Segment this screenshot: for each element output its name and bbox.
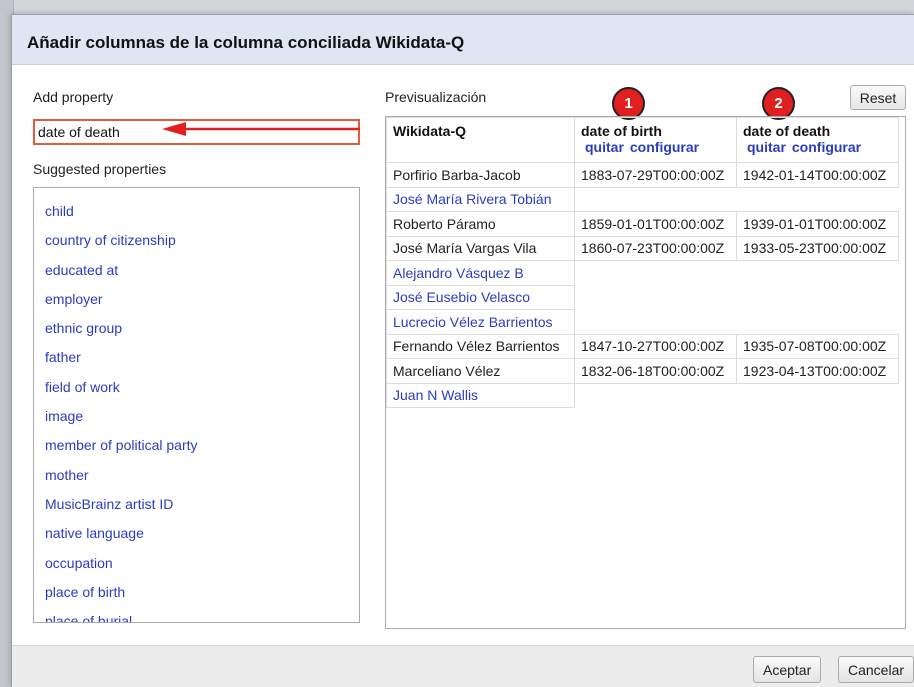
cell-name: José María Vargas Vila [386,235,575,261]
preview-label: Previsualización [385,89,487,105]
cell-name-link[interactable]: José María Rivera Tobián [386,186,575,212]
suggestion-item[interactable]: member of political party [34,435,359,464]
suggestion-item[interactable]: image [34,406,359,435]
suggestion-item[interactable]: place of burial [34,611,359,622]
cell-death: 1923-04-13T00:00:00Z [736,358,899,384]
suggestion-item[interactable]: educated at [34,260,359,289]
table-row: Fernando Vélez Barrientos 1847-10-27T00:… [386,333,899,359]
suggestion-item[interactable]: father [34,347,359,376]
remove-column-link[interactable]: quitar [585,139,624,155]
cell-death: 1935-07-08T00:00:00Z [736,333,899,359]
cell-birth: 1859-01-01T00:00:00Z [574,211,737,237]
cell-name: Roberto Páramo [386,211,575,237]
add-columns-dialog: Añadir columnas de la columna conciliada… [11,14,914,687]
configure-column-link[interactable]: configurar [630,139,699,155]
table-row: Porfirio Barba-Jacob 1883-07-29T00:00:00… [386,162,899,188]
cell-name: Fernando Vélez Barrientos [386,333,575,359]
suggested-properties-label: Suggested properties [33,161,167,177]
preview-table: Wikidata-Q date of birth quitar configura… [386,117,899,408]
suggested-properties-list: child country of citizenship educated at… [33,187,360,623]
table-row: José María Rivera Tobián [386,186,899,212]
cell-birth [575,261,737,286]
dialog-footer: Aceptar Cancelar [12,645,914,687]
suggestion-item[interactable]: ethnic group [34,318,359,347]
column-actions: quitar configurar [581,139,730,155]
table-row: José María Vargas Vila 1860-07-23T00:00:… [386,235,899,261]
cell-death [737,285,899,310]
cell-death [737,261,899,286]
table-row: Alejandro Vásquez B [386,260,899,286]
cell-death [737,310,899,335]
column-header-date-of-birth: date of birth quitar configurar [574,117,737,163]
suggestion-item[interactable]: occupation [34,553,359,582]
cell-death: 1939-01-01T00:00:00Z [736,211,899,237]
suggestion-item[interactable]: country of citizenship [34,230,359,259]
suggestion-item[interactable]: mother [34,465,359,494]
cell-birth [575,285,737,310]
cell-birth [575,310,737,335]
cell-birth: 1860-07-23T00:00:00Z [574,235,737,261]
suggestion-item[interactable]: employer [34,289,359,318]
table-row: José Eusebio Velasco [386,284,899,310]
cell-death: 1942-01-14T00:00:00Z [736,162,899,188]
suggestion-item[interactable]: native language [34,523,359,552]
suggestion-item[interactable]: field of work [34,377,359,406]
suggestion-item[interactable]: place of birth [34,582,359,611]
cell-name-link[interactable]: Lucrecio Vélez Barrientos [386,309,575,335]
configure-column-link[interactable]: configurar [792,139,861,155]
table-header-row: Wikidata-Q date of birth quitar configura… [386,117,899,163]
suggestion-item[interactable]: child [34,201,359,230]
table-row: Juan N Wallis [386,382,899,408]
preview-table-container: Wikidata-Q date of birth quitar configura… [385,116,906,629]
column-header-label: date of birth [581,123,662,139]
cell-birth: 1847-10-27T00:00:00Z [574,333,737,359]
cell-death [737,383,899,408]
cell-name: Marceliano Vélez [386,358,575,384]
suggestion-item[interactable]: MusicBrainz artist ID [34,494,359,523]
cell-name: Porfirio Barba-Jacob [386,162,575,188]
column-header-label: Wikidata-Q [393,123,466,139]
cell-name-link[interactable]: José Eusebio Velasco [386,284,575,310]
remove-column-link[interactable]: quitar [747,139,786,155]
column-header-date-of-death: date of death quitar configurar [736,117,899,163]
table-row: Marceliano Vélez 1832-06-18T00:00:00Z 19… [386,358,899,384]
cell-name-link[interactable]: Juan N Wallis [386,382,575,408]
cell-name-link[interactable]: Alejandro Vásquez B [386,260,575,286]
annotation-arrow-icon [162,122,360,136]
accept-button[interactable]: Aceptar [753,656,822,683]
cell-birth [575,383,737,408]
column-header-label: date of death [743,123,831,139]
reset-button[interactable]: Reset [850,85,906,110]
cell-birth: 1883-07-29T00:00:00Z [574,162,737,188]
cell-death: 1933-05-23T00:00:00Z [736,235,899,261]
column-header-wikidata: Wikidata-Q [386,117,575,163]
cell-birth [575,187,737,212]
dialog-title: Añadir columnas de la columna conciliada… [27,33,465,52]
column-actions: quitar configurar [743,139,892,155]
cell-death [737,187,899,212]
cell-birth: 1832-06-18T00:00:00Z [574,358,737,384]
dialog-header: Añadir columnas de la columna conciliada… [12,15,914,65]
table-row: Lucrecio Vélez Barrientos [386,309,899,335]
table-row: Roberto Páramo 1859-01-01T00:00:00Z 1939… [386,211,899,237]
add-property-label: Add property [33,89,114,105]
dialog-body: Add property Suggested properties child … [12,65,914,645]
cancel-button[interactable]: Cancelar [838,656,914,683]
